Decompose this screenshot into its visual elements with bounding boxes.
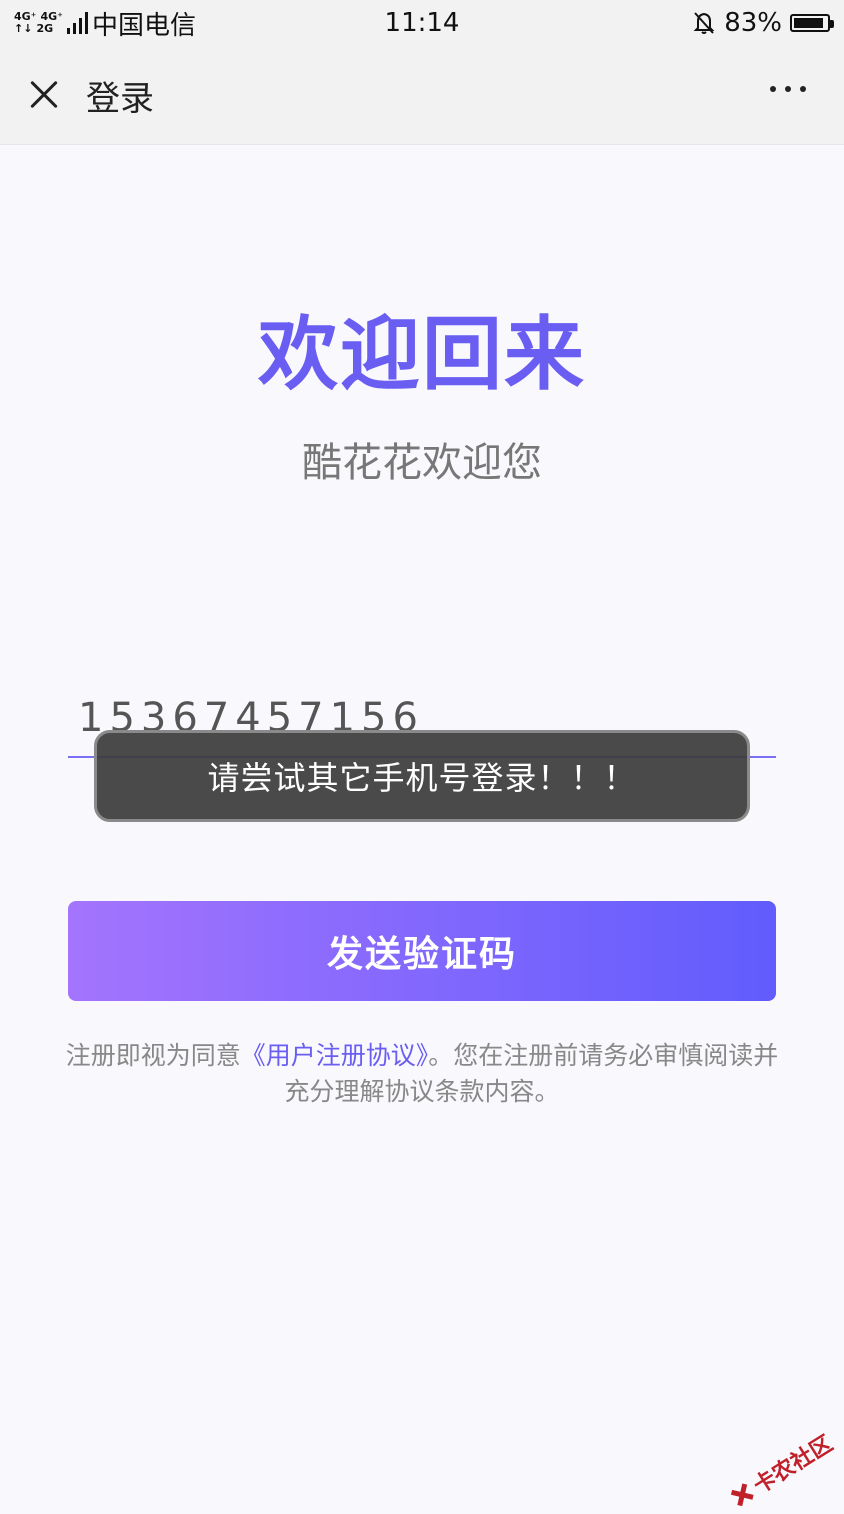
status-bar-right: 83% <box>692 8 844 38</box>
network-arrows: ↑↓ <box>14 22 33 35</box>
more-menu-button[interactable] <box>770 86 806 92</box>
more-dots-icon <box>770 86 776 92</box>
signal-strength-icon <box>67 12 88 34</box>
bell-muted-icon <box>693 12 715 34</box>
battery-icon <box>790 14 834 32</box>
nav-bar: 登录 <box>0 46 844 145</box>
watermark-logo: 卡农社区 <box>724 1426 838 1514</box>
error-toast: 请尝试其它手机号登录！！！ <box>94 730 750 822</box>
welcome-title: 欢迎回来 <box>258 308 586 401</box>
status-bar-left: 4G⁺ 4G⁺ ↑↓ 2G 中国电信 <box>0 0 196 46</box>
network-label-3: 2G <box>36 22 54 35</box>
agreement-text: 注册即视为同意《用户注册协议》。您在注册前请务必审慎阅读并充分理解协议条款内容。 <box>64 1038 780 1110</box>
watermark-text: 卡农社区 <box>749 1431 838 1500</box>
close-icon[interactable] <box>22 73 66 117</box>
send-code-button[interactable]: 发送验证码 <box>68 901 776 1001</box>
user-agreement-link[interactable]: 《用户注册协议》 <box>241 1041 429 1070</box>
agreement-prefix: 注册即视为同意 <box>65 1041 241 1070</box>
battery-percent: 83% <box>724 8 782 38</box>
network-type-indicator: 4G⁺ 4G⁺ ↑↓ 2G <box>14 11 63 35</box>
welcome-subtitle: 酷花花欢迎您 <box>302 440 542 486</box>
status-bar: 4G⁺ 4G⁺ ↑↓ 2G 中国电信 11:14 83% <box>0 0 844 46</box>
page-title: 登录 <box>86 78 154 119</box>
carrier-name: 中国电信 <box>92 10 197 41</box>
